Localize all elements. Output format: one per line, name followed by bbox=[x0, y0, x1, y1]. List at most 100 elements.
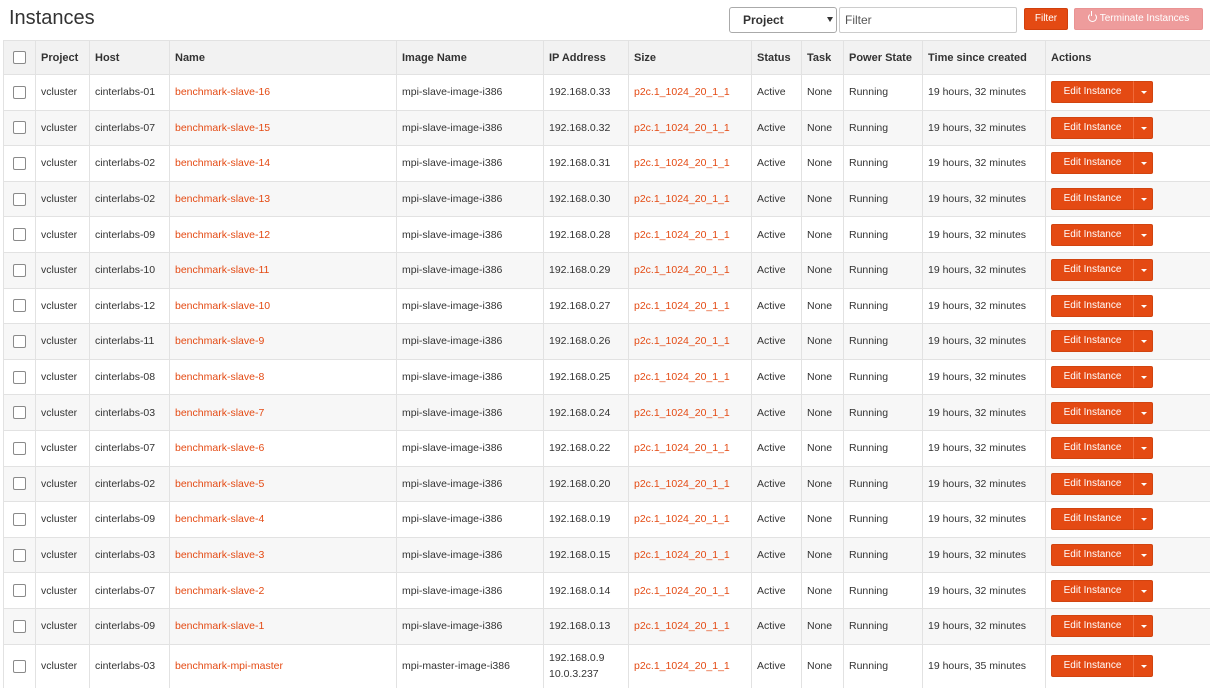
filter-button[interactable]: Filter bbox=[1024, 8, 1068, 30]
flavor-size-link[interactable]: p2c.1_1024_20_1_1 bbox=[634, 86, 730, 98]
instance-name-link[interactable]: benchmark-slave-3 bbox=[175, 549, 264, 561]
instance-name-link[interactable]: benchmark-slave-14 bbox=[175, 157, 270, 169]
edit-instance-button[interactable]: Edit Instance bbox=[1051, 259, 1133, 282]
edit-instance-button[interactable]: Edit Instance bbox=[1051, 116, 1133, 139]
edit-instance-button[interactable]: Edit Instance bbox=[1051, 294, 1133, 317]
terminate-instances-button[interactable]: Terminate Instances bbox=[1074, 8, 1203, 30]
row-checkbox[interactable] bbox=[13, 477, 26, 491]
row-checkbox[interactable] bbox=[13, 85, 26, 99]
more-actions-dropdown-toggle[interactable] bbox=[1133, 116, 1153, 139]
flavor-size-link[interactable]: p2c.1_1024_20_1_1 bbox=[634, 264, 730, 276]
edit-instance-button[interactable]: Edit Instance bbox=[1051, 544, 1133, 567]
column-header-power-state[interactable]: Power State bbox=[843, 40, 923, 75]
instance-name-link[interactable]: benchmark-slave-2 bbox=[175, 585, 264, 597]
more-actions-dropdown-toggle[interactable] bbox=[1133, 152, 1153, 175]
more-actions-dropdown-toggle[interactable] bbox=[1133, 655, 1153, 678]
instance-name-link[interactable]: benchmark-slave-12 bbox=[175, 229, 270, 241]
row-checkbox[interactable] bbox=[13, 334, 26, 348]
edit-instance-button[interactable]: Edit Instance bbox=[1051, 655, 1133, 678]
row-checkbox[interactable] bbox=[13, 548, 26, 562]
edit-instance-button[interactable]: Edit Instance bbox=[1051, 223, 1133, 246]
column-header-time-since-created[interactable]: Time since created bbox=[922, 40, 1046, 75]
more-actions-dropdown-toggle[interactable] bbox=[1133, 437, 1153, 460]
edit-instance-button[interactable]: Edit Instance bbox=[1051, 508, 1133, 531]
flavor-size-link[interactable]: p2c.1_1024_20_1_1 bbox=[634, 549, 730, 561]
more-actions-dropdown-toggle[interactable] bbox=[1133, 544, 1153, 567]
flavor-size-link[interactable]: p2c.1_1024_20_1_1 bbox=[634, 585, 730, 597]
edit-instance-button[interactable]: Edit Instance bbox=[1051, 437, 1133, 460]
more-actions-dropdown-toggle[interactable] bbox=[1133, 579, 1153, 602]
column-header-ip-address[interactable]: IP Address bbox=[543, 40, 629, 75]
instance-name-link[interactable]: benchmark-slave-15 bbox=[175, 122, 270, 134]
row-checkbox[interactable] bbox=[13, 156, 26, 170]
column-header-host[interactable]: Host bbox=[89, 40, 170, 75]
more-actions-dropdown-toggle[interactable] bbox=[1133, 188, 1153, 211]
row-checkbox[interactable] bbox=[13, 121, 26, 135]
flavor-size-link[interactable]: p2c.1_1024_20_1_1 bbox=[634, 371, 730, 383]
row-checkbox[interactable] bbox=[13, 619, 26, 633]
edit-instance-button[interactable]: Edit Instance bbox=[1051, 152, 1133, 175]
flavor-size-link[interactable]: p2c.1_1024_20_1_1 bbox=[634, 335, 730, 347]
more-actions-dropdown-toggle[interactable] bbox=[1133, 259, 1153, 282]
row-checkbox[interactable] bbox=[13, 263, 26, 277]
row-checkbox[interactable] bbox=[13, 441, 26, 455]
instance-name-link[interactable]: benchmark-slave-5 bbox=[175, 478, 264, 490]
flavor-size-link[interactable]: p2c.1_1024_20_1_1 bbox=[634, 157, 730, 169]
instance-name-link[interactable]: benchmark-slave-16 bbox=[175, 86, 270, 98]
instance-name-link[interactable]: benchmark-slave-1 bbox=[175, 620, 264, 632]
filter-input[interactable] bbox=[839, 7, 1017, 33]
instance-name-link[interactable]: benchmark-slave-10 bbox=[175, 300, 270, 312]
row-checkbox[interactable] bbox=[13, 192, 26, 206]
row-checkbox[interactable] bbox=[13, 584, 26, 598]
more-actions-dropdown-toggle[interactable] bbox=[1133, 81, 1153, 104]
instance-name-link[interactable]: benchmark-slave-6 bbox=[175, 442, 264, 454]
row-checkbox[interactable] bbox=[13, 512, 26, 526]
instance-name-link[interactable]: benchmark-slave-7 bbox=[175, 407, 264, 419]
row-checkbox[interactable] bbox=[13, 659, 26, 673]
more-actions-dropdown-toggle[interactable] bbox=[1133, 615, 1153, 638]
edit-instance-button[interactable]: Edit Instance bbox=[1051, 188, 1133, 211]
column-header-name[interactable]: Name bbox=[169, 40, 397, 75]
edit-instance-button[interactable]: Edit Instance bbox=[1051, 81, 1133, 104]
row-checkbox[interactable] bbox=[13, 228, 26, 242]
instance-name-link[interactable]: benchmark-slave-9 bbox=[175, 335, 264, 347]
more-actions-dropdown-toggle[interactable] bbox=[1133, 472, 1153, 495]
flavor-size-link[interactable]: p2c.1_1024_20_1_1 bbox=[634, 442, 730, 454]
flavor-size-link[interactable]: p2c.1_1024_20_1_1 bbox=[634, 513, 730, 525]
flavor-size-link[interactable]: p2c.1_1024_20_1_1 bbox=[634, 620, 730, 632]
more-actions-dropdown-toggle[interactable] bbox=[1133, 508, 1153, 531]
more-actions-dropdown-toggle[interactable] bbox=[1133, 366, 1153, 389]
more-actions-dropdown-toggle[interactable] bbox=[1133, 401, 1153, 424]
flavor-size-link[interactable]: p2c.1_1024_20_1_1 bbox=[634, 407, 730, 419]
flavor-size-link[interactable]: p2c.1_1024_20_1_1 bbox=[634, 478, 730, 490]
row-checkbox[interactable] bbox=[13, 406, 26, 420]
flavor-size-link[interactable]: p2c.1_1024_20_1_1 bbox=[634, 229, 730, 241]
edit-instance-button[interactable]: Edit Instance bbox=[1051, 579, 1133, 602]
flavor-size-link[interactable]: p2c.1_1024_20_1_1 bbox=[634, 122, 730, 134]
more-actions-dropdown-toggle[interactable] bbox=[1133, 330, 1153, 353]
column-header-status[interactable]: Status bbox=[751, 40, 802, 75]
select-all-checkbox[interactable] bbox=[13, 51, 26, 64]
instance-name-link[interactable]: benchmark-slave-8 bbox=[175, 371, 264, 383]
edit-instance-button[interactable]: Edit Instance bbox=[1051, 330, 1133, 353]
row-checkbox[interactable] bbox=[13, 370, 26, 384]
row-checkbox[interactable] bbox=[13, 299, 26, 313]
instance-name-link[interactable]: benchmark-mpi-master bbox=[175, 660, 283, 672]
edit-instance-button[interactable]: Edit Instance bbox=[1051, 472, 1133, 495]
instance-name-link[interactable]: benchmark-slave-4 bbox=[175, 513, 264, 525]
edit-instance-button[interactable]: Edit Instance bbox=[1051, 401, 1133, 424]
filter-field-select[interactable]: Project bbox=[729, 7, 837, 33]
flavor-size-link[interactable]: p2c.1_1024_20_1_1 bbox=[634, 660, 730, 672]
more-actions-dropdown-toggle[interactable] bbox=[1133, 223, 1153, 246]
more-actions-dropdown-toggle[interactable] bbox=[1133, 294, 1153, 317]
instance-name-link[interactable]: benchmark-slave-13 bbox=[175, 193, 270, 205]
flavor-size-link[interactable]: p2c.1_1024_20_1_1 bbox=[634, 300, 730, 312]
column-header-task[interactable]: Task bbox=[801, 40, 844, 75]
column-header-size[interactable]: Size bbox=[628, 40, 752, 75]
edit-instance-button[interactable]: Edit Instance bbox=[1051, 366, 1133, 389]
instance-name-link[interactable]: benchmark-slave-11 bbox=[175, 264, 269, 276]
column-header-project[interactable]: Project bbox=[35, 40, 90, 75]
flavor-size-link[interactable]: p2c.1_1024_20_1_1 bbox=[634, 193, 730, 205]
column-header-image-name[interactable]: Image Name bbox=[396, 40, 544, 75]
edit-instance-button[interactable]: Edit Instance bbox=[1051, 615, 1133, 638]
